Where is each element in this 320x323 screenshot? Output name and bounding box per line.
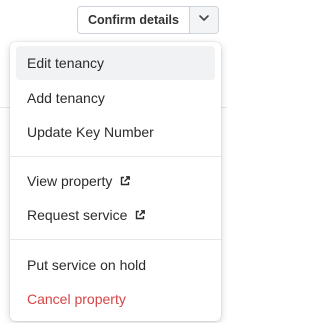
confirm-details-button[interactable]: Confirm details — [78, 7, 190, 33]
menu-item-label: Request service — [27, 207, 128, 223]
menu-item-put-service-on-hold[interactable]: Put service on hold — [16, 248, 215, 282]
dropdown-toggle-button[interactable] — [190, 7, 218, 33]
menu-item-label: Put service on hold — [27, 257, 147, 273]
confirm-details-split-button: Confirm details — [77, 6, 219, 34]
menu-item-cancel-property[interactable]: Cancel property — [16, 282, 215, 316]
external-link-icon — [119, 175, 131, 187]
menu-item-label: Add tenancy — [27, 90, 105, 106]
menu-item-edit-tenancy[interactable]: Edit tenancy — [16, 46, 215, 80]
menu-item-request-service[interactable]: Request service — [16, 198, 215, 232]
external-link-icon — [134, 209, 146, 221]
menu-item-label: Cancel property — [27, 291, 126, 307]
menu-item-update-key-number[interactable]: Update Key Number — [16, 115, 215, 149]
page: Confirm details Edit tenancy Add tenancy… — [0, 0, 227, 323]
menu-item-view-property[interactable]: View property — [16, 164, 215, 198]
menu-item-add-tenancy[interactable]: Add tenancy — [16, 81, 215, 115]
actions-dropdown-menu: Edit tenancy Add tenancy Update Key Numb… — [10, 42, 221, 321]
menu-item-label: Edit tenancy — [27, 55, 105, 71]
menu-item-label: View property — [27, 173, 113, 189]
chevron-down-icon — [198, 11, 210, 29]
menu-item-label: Update Key Number — [27, 124, 154, 140]
menu-divider — [10, 239, 221, 240]
menu-divider — [10, 156, 221, 157]
